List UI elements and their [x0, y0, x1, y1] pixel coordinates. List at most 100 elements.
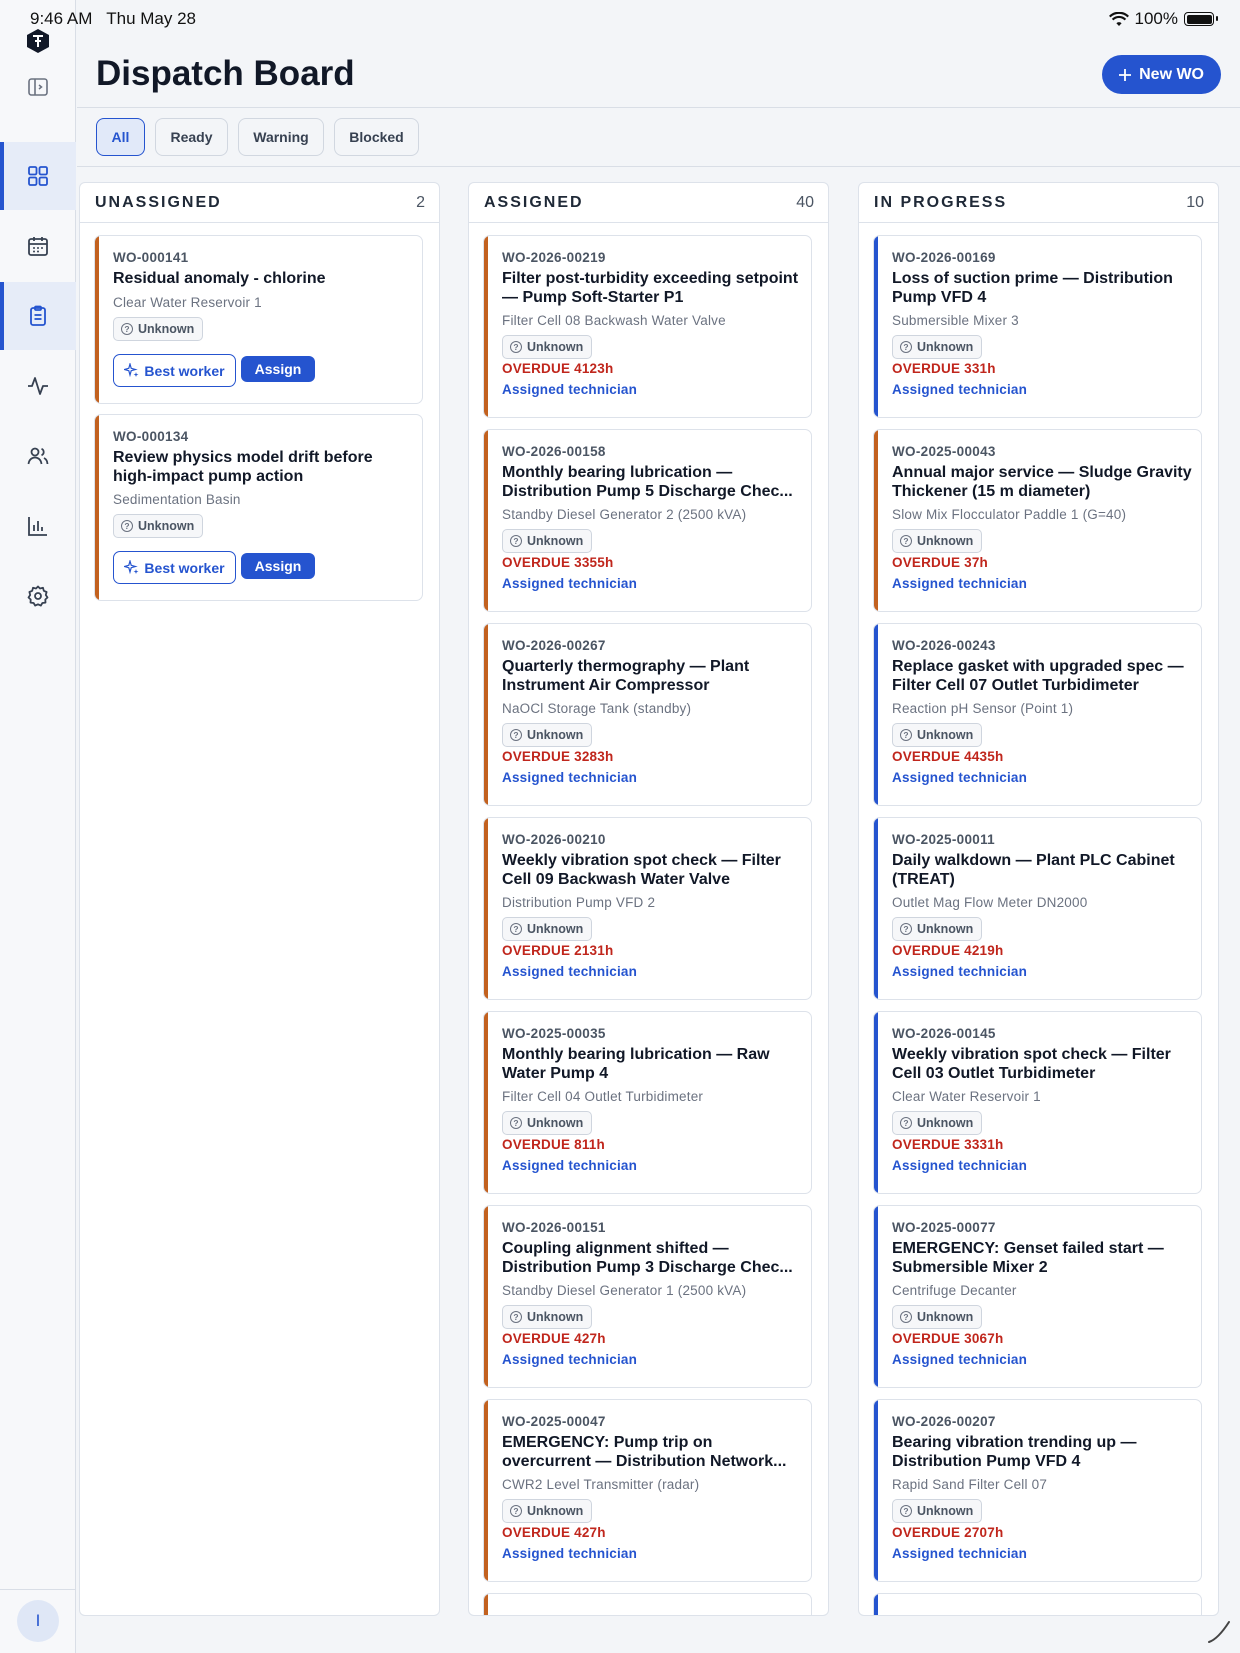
- work-order-id: WO-2025-00035: [502, 1026, 606, 1041]
- work-order-card[interactable]: WO-2026-00151 Coupling alignment shifted …: [483, 1205, 812, 1388]
- overdue-label: OVERDUE 3067h: [892, 1331, 1004, 1346]
- best-worker-button[interactable]: Best worker: [113, 551, 236, 584]
- work-order-card[interactable]: WO-2026-00267 Quarterly thermography — Pl…: [483, 623, 812, 806]
- assigned-technician-link[interactable]: Assigned technician: [892, 1352, 1027, 1367]
- work-order-card[interactable]: WO-000134 Review physics model drift befo…: [94, 414, 423, 601]
- work-order-title: EMERGENCY: Genset failed start — Submers…: [892, 1240, 1164, 1276]
- filter-ready[interactable]: Ready: [155, 118, 228, 156]
- sidebar-toggle-icon[interactable]: [27, 76, 49, 98]
- work-order-card[interactable]: WO-2026-00158 Monthly bearing lubrication…: [483, 429, 812, 612]
- best-worker-button[interactable]: Best worker: [113, 354, 236, 387]
- assigned-technician-link[interactable]: Assigned technician: [502, 382, 637, 397]
- help-circle-icon: ?: [510, 729, 522, 741]
- assigned-technician-link[interactable]: Assigned technician: [892, 770, 1027, 785]
- assign-button[interactable]: Assign: [241, 356, 315, 382]
- status-badge: ? Unknown: [892, 1111, 983, 1135]
- work-order-card[interactable]: WO-2025-00011 Daily walkdown — Plant PLC …: [873, 817, 1202, 1000]
- work-order-id: WO-2025-00011: [892, 832, 995, 847]
- status-badge: ? Unknown: [892, 529, 983, 553]
- work-order-card[interactable]: WO-2026-00210 Weekly vibration spot check…: [483, 817, 812, 1000]
- work-order-title: Replace gasket with upgraded spec — Filt…: [892, 658, 1184, 694]
- work-order-id: WO-2026-00210: [502, 832, 606, 847]
- work-order-card[interactable]: WO-000141 Residual anomaly - chlorine Clea…: [94, 235, 423, 404]
- work-order-id: WO-2026-00145: [892, 1026, 996, 1041]
- assigned-technician-link[interactable]: Assigned technician: [502, 1352, 637, 1367]
- settings-gear-icon: [27, 585, 49, 607]
- work-order-card[interactable]: WO-2025-00035 Monthly bearing lubrication…: [483, 1011, 812, 1194]
- work-order-card[interactable]: WO-2025-00047 EMERGENCY: Pump trip on ove…: [483, 1399, 812, 1582]
- work-order-title: Weekly vibration spot check — Filter Cel…: [892, 1046, 1171, 1082]
- avatar[interactable]: I: [17, 1600, 59, 1642]
- assigned-technician-link[interactable]: Assigned technician: [502, 1158, 637, 1173]
- overdue-label: OVERDUE 4219h: [892, 943, 1004, 958]
- status-badge: ? Unknown: [892, 1305, 983, 1329]
- status-badge-label: Unknown: [527, 340, 584, 354]
- asset-name: Distribution Pump VFD 2: [502, 895, 656, 910]
- work-order-card[interactable]: [483, 1593, 812, 1615]
- column-header: UNASSIGNED 2: [80, 183, 439, 223]
- nav-work-orders[interactable]: [0, 282, 76, 350]
- asset-name: Slow Mix Flocculator Paddle 1 (G=40): [892, 507, 1127, 522]
- assigned-technician-link[interactable]: Assigned technician: [892, 1158, 1027, 1173]
- filter-all[interactable]: All: [96, 118, 145, 156]
- assigned-technician-link[interactable]: Assigned technician: [502, 576, 637, 591]
- work-order-card[interactable]: WO-2026-00145 Weekly vibration spot check…: [873, 1011, 1202, 1194]
- assigned-technician-link[interactable]: Assigned technician: [502, 1546, 637, 1561]
- work-order-card[interactable]: WO-2025-00077 EMERGENCY: Genset failed st…: [873, 1205, 1202, 1388]
- work-order-card[interactable]: WO-2025-00043 Annual major service — Slud…: [873, 429, 1202, 612]
- status-badge-label: Unknown: [917, 1116, 974, 1130]
- clock-time: 9:46 AM: [30, 9, 93, 28]
- filter-warning[interactable]: Warning: [238, 118, 324, 156]
- assigned-technician-link[interactable]: Assigned technician: [892, 1546, 1027, 1561]
- status-badge: ? Unknown: [892, 723, 983, 747]
- assigned-technician-link[interactable]: Assigned technician: [502, 770, 637, 785]
- users-icon: [27, 447, 49, 465]
- nav-calendar[interactable]: [0, 212, 76, 280]
- filter-blocked[interactable]: Blocked: [334, 118, 419, 156]
- work-order-card[interactable]: WO-2026-00219 Filter post-turbidity excee…: [483, 235, 812, 418]
- filter-bar: All Ready Warning Blocked: [77, 109, 1240, 167]
- assign-button[interactable]: Assign: [241, 553, 315, 579]
- work-order-title: Annual major service — Sludge Gravity Th…: [892, 464, 1192, 500]
- column-assigned: ASSIGNED 40 WO-2026-00219 Filter post-tur…: [468, 182, 829, 1616]
- status-badge: ? Unknown: [892, 917, 983, 941]
- help-circle-icon: ?: [900, 1117, 912, 1129]
- work-order-title: Bearing vibration trending up — Distribu…: [892, 1434, 1137, 1470]
- overdue-label: OVERDUE 427h: [502, 1525, 606, 1540]
- overdue-label: OVERDUE 4435h: [892, 749, 1004, 764]
- work-order-title: Quarterly thermography — Plant Instrumen…: [502, 658, 750, 694]
- status-badge: ? Unknown: [502, 1499, 593, 1523]
- status-badge-label: Unknown: [138, 519, 195, 533]
- work-order-title: Monthly bearing lubrication — Raw Water …: [502, 1046, 770, 1082]
- work-order-title: EMERGENCY: Pump trip on overcurrent — Di…: [502, 1434, 787, 1470]
- work-order-id: WO-000134: [113, 429, 189, 444]
- nav-dashboard[interactable]: [0, 142, 76, 210]
- work-order-card[interactable]: [873, 1593, 1202, 1615]
- nav-users[interactable]: [0, 422, 76, 490]
- asset-name: Sedimentation Basin: [113, 492, 241, 507]
- status-badge: ? Unknown: [502, 723, 593, 747]
- overdue-label: OVERDUE 2131h: [502, 943, 614, 958]
- scroll-handle-icon[interactable]: [1206, 1619, 1232, 1645]
- column-title: UNASSIGNED: [95, 194, 222, 211]
- nav-activity[interactable]: [0, 352, 76, 420]
- best-worker-label: Best worker: [144, 559, 225, 576]
- nav-settings[interactable]: [0, 562, 76, 630]
- overdue-label: OVERDUE 3331h: [892, 1137, 1004, 1152]
- new-wo-button[interactable]: New WO: [1102, 55, 1221, 94]
- help-circle-icon: ?: [510, 1311, 522, 1323]
- sidebar-footer: I: [0, 1589, 76, 1653]
- work-order-card[interactable]: WO-2026-00169 Loss of suction prime — Dis…: [873, 235, 1202, 418]
- work-order-card[interactable]: WO-2026-00243 Replace gasket with upgrade…: [873, 623, 1202, 806]
- assigned-technician-link[interactable]: Assigned technician: [502, 964, 637, 979]
- overdue-label: OVERDUE 331h: [892, 361, 996, 376]
- work-order-id: WO-2026-00169: [892, 250, 996, 265]
- assigned-technician-link[interactable]: Assigned technician: [892, 964, 1027, 979]
- work-order-card[interactable]: WO-2026-00207 Bearing vibration trending …: [873, 1399, 1202, 1582]
- assigned-technician-link[interactable]: Assigned technician: [892, 576, 1027, 591]
- battery-icon: [1184, 12, 1218, 26]
- new-wo-label: New WO: [1139, 65, 1204, 83]
- work-order-id: WO-2026-00267: [502, 638, 606, 653]
- assigned-technician-link[interactable]: Assigned technician: [892, 382, 1027, 397]
- nav-reports[interactable]: [0, 492, 76, 560]
